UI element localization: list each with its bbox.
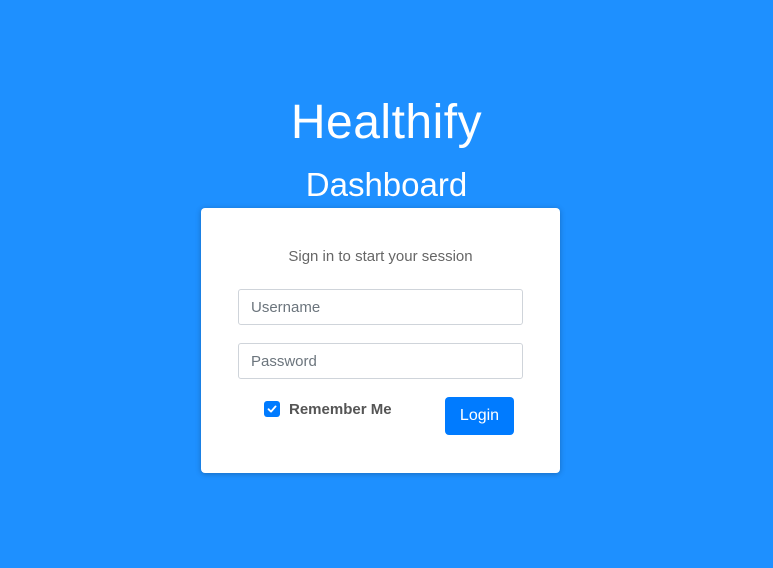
login-button[interactable]: Login <box>445 397 514 435</box>
remember-me-label: Remember Me <box>289 400 392 418</box>
check-icon[interactable] <box>264 401 280 417</box>
login-card: Sign in to start your session Remember M… <box>201 208 560 473</box>
username-input[interactable] <box>238 289 523 325</box>
login-message: Sign in to start your session <box>288 248 473 265</box>
remember-me-checkbox[interactable]: Remember Me <box>264 399 392 419</box>
app-subtitle: Dashboard <box>305 166 468 203</box>
password-input[interactable] <box>238 343 523 379</box>
app-title: Healthify <box>290 96 483 149</box>
